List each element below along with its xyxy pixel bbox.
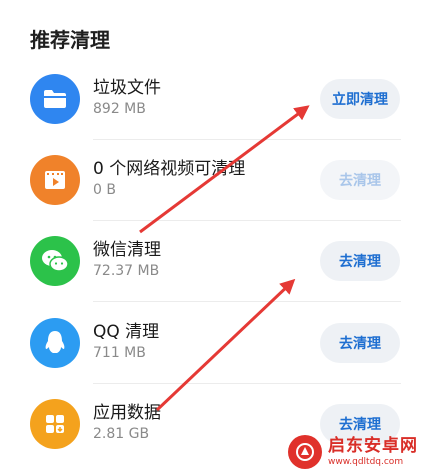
item-size: 892 MB [93, 101, 146, 117]
item-size: 2.81 GB [93, 426, 150, 442]
list-item-online-video[interactable]: 0 个网络视频可清理 0 B 去清理 [0, 140, 429, 220]
item-title: 微信清理 [93, 240, 161, 260]
watermark-url: www.qdltdq.com [328, 456, 404, 467]
app-grid-icon [30, 399, 80, 449]
watermark-name: 启东安卓网 [328, 435, 418, 456]
wechat-icon [30, 236, 80, 286]
go-clean-button[interactable]: 去清理 [320, 323, 400, 363]
qq-icon [30, 318, 80, 368]
folder-icon [30, 74, 80, 124]
list-item-junk-files[interactable]: 垃圾文件 892 MB 立即清理 [0, 59, 429, 139]
item-title: QQ 清理 [93, 322, 160, 342]
item-size: 711 MB [93, 345, 146, 361]
watermark: 启东安卓网 www.qdltdq.com [288, 432, 423, 472]
list-item-qq[interactable]: QQ 清理 711 MB 去清理 [0, 303, 429, 383]
clean-now-button[interactable]: 立即清理 [320, 79, 400, 119]
section-title: 推荐清理 [30, 28, 110, 52]
go-clean-button[interactable]: 去清理 [320, 160, 400, 200]
list-item-wechat[interactable]: 微信清理 72.37 MB 去清理 [0, 221, 429, 301]
video-icon [30, 155, 80, 205]
item-size: 0 B [93, 182, 116, 198]
go-clean-button[interactable]: 去清理 [320, 241, 400, 281]
divider [93, 301, 401, 302]
item-title: 垃圾文件 [93, 78, 161, 98]
watermark-logo-icon [288, 435, 322, 469]
item-title: 0 个网络视频可清理 [93, 159, 246, 179]
item-title: 应用数据 [93, 403, 161, 423]
item-size: 72.37 MB [93, 263, 160, 279]
